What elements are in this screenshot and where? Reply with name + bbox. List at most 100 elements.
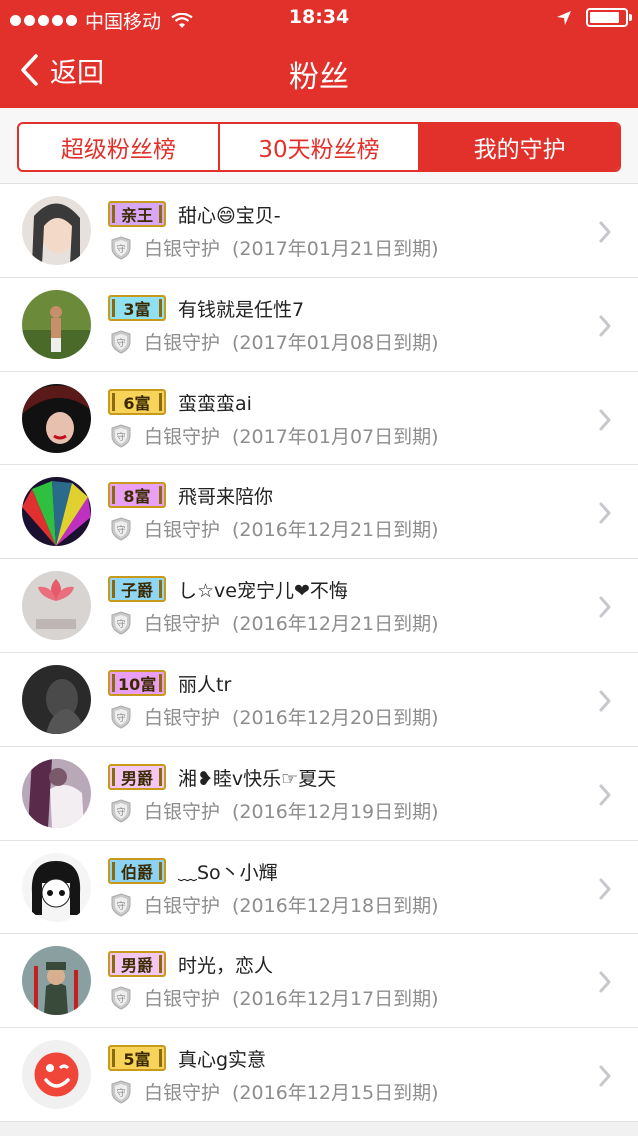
svg-text:守: 守 xyxy=(116,337,125,349)
svg-text:守: 守 xyxy=(116,993,125,1005)
fan-name: 丽人tr xyxy=(178,673,232,696)
status-bar: 中国移动 18:34 xyxy=(0,0,638,36)
avatar xyxy=(22,758,91,828)
avatar xyxy=(22,383,91,453)
avatar xyxy=(22,1040,91,1110)
rank-badge: 伯爵 xyxy=(108,857,166,884)
fan-row[interactable]: 子爵 し☆ve宠宁儿❤不悔 守 白银守护 (2016年12月21日到期) xyxy=(0,559,638,653)
guard-info: 白银守护 (2016年12月15日到期) xyxy=(144,1078,439,1105)
chevron-right-icon xyxy=(599,221,611,243)
battery-icon xyxy=(586,8,632,27)
guard-info: 白银守护 (2017年01月21日到期) xyxy=(144,234,439,261)
chevron-right-icon xyxy=(599,409,611,431)
nav-bar: 返回 粉丝 xyxy=(0,36,638,108)
chevron-right-icon xyxy=(599,971,611,993)
fan-name: 甜心😄宝贝- xyxy=(178,205,281,227)
guard-shield-icon: 守 xyxy=(111,611,131,635)
avatar xyxy=(22,852,91,922)
guard-level: 白银守护 xyxy=(144,988,221,1011)
svg-text:守: 守 xyxy=(116,524,125,536)
chevron-right-icon xyxy=(599,596,611,618)
guard-info: 白银守护 (2016年12月19日到期) xyxy=(144,797,439,824)
rank-badge: 子爵 xyxy=(108,576,166,603)
guard-level: 白银守护 xyxy=(144,331,221,354)
guard-level: 白银守护 xyxy=(144,613,221,636)
rank-badge: 男爵 xyxy=(108,763,166,790)
guard-expiry: (2016年12月15日到期) xyxy=(232,1082,439,1105)
app-header: 中国移动 18:34 返回 粉丝 xyxy=(0,0,638,108)
guard-info: 白银守护 (2016年12月21日到期) xyxy=(144,515,439,542)
chevron-right-icon xyxy=(599,315,611,337)
fan-list: 亲王 甜心😄宝贝- 守 白银守护 (2017年01月21日到期) 3富 有钱就是任… xyxy=(0,184,638,1122)
svg-text:守: 守 xyxy=(116,712,125,724)
guard-shield-icon: 守 xyxy=(111,986,131,1010)
tab-0[interactable]: 超级粉丝榜 xyxy=(19,124,220,170)
fan-name: 时光，恋人 xyxy=(178,955,274,978)
fan-row[interactable]: 6富 蛮蛮蛮ai 守 白银守护 (2017年01月07日到期) xyxy=(0,372,638,466)
avatar xyxy=(22,946,91,1016)
guard-info: 白银守护 (2017年01月07日到期) xyxy=(144,422,439,449)
fan-row[interactable]: 8富 飛哥来陪你 守 白银守护 (2016年12月21日到期) xyxy=(0,465,638,560)
guard-level: 白银守护 xyxy=(144,894,221,917)
guard-level: 白银守护 xyxy=(144,800,221,823)
tab-1[interactable]: 30天粉丝榜 xyxy=(220,124,421,170)
segmented-control: 超级粉丝榜 30天粉丝榜 我的守护 xyxy=(17,122,621,172)
guard-shield-icon: 守 xyxy=(111,236,131,260)
guard-expiry: (2016年12月21日到期) xyxy=(232,519,439,542)
tab-2[interactable]: 我的守护 xyxy=(420,124,619,170)
avatar xyxy=(22,664,91,734)
fan-row[interactable]: 10富 丽人tr 守 白银守护 (2016年12月20日到期) xyxy=(0,653,638,747)
rank-badge: 5富 xyxy=(108,1045,166,1072)
fan-name: 真心g实意 xyxy=(178,1049,267,1072)
fan-row[interactable]: 3富 有钱就是任性7 守 白银守护 (2017年01月08日到期) xyxy=(0,278,638,372)
guard-expiry: (2016年12月18日到期) xyxy=(232,894,439,917)
fan-row[interactable]: 亲王 甜心😄宝贝- 守 白银守护 (2017年01月21日到期) xyxy=(0,184,638,278)
rank-badge: 10富 xyxy=(108,669,167,696)
guard-shield-icon: 守 xyxy=(111,330,131,354)
chevron-right-icon xyxy=(599,502,611,524)
guard-shield-icon: 守 xyxy=(111,705,131,729)
svg-text:守: 守 xyxy=(116,431,125,443)
guard-shield-icon: 守 xyxy=(111,893,131,917)
rank-badge: 8富 xyxy=(108,482,166,509)
chevron-right-icon xyxy=(599,784,611,806)
chevron-right-icon xyxy=(599,878,611,900)
fan-row[interactable]: 男爵 湘❥睦v快乐☞夏天 守 白银守护 (2016年12月19日到期) xyxy=(0,747,638,841)
guard-expiry: (2016年12月19日到期) xyxy=(232,800,439,823)
guard-shield-icon: 守 xyxy=(111,517,131,541)
svg-text:守: 守 xyxy=(116,1087,125,1099)
guard-expiry: (2017年01月07日到期) xyxy=(232,425,439,448)
guard-level: 白银守护 xyxy=(144,238,221,260)
fan-name: 湘❥睦v快乐☞夏天 xyxy=(178,767,337,790)
svg-text:守: 守 xyxy=(116,900,125,912)
svg-text:守: 守 xyxy=(116,243,125,255)
guard-expiry: (2017年01月21日到期) xyxy=(232,238,439,260)
fan-name: ﹏So丶小輝 xyxy=(178,861,278,884)
guard-info: 白银守护 (2016年12月17日到期) xyxy=(144,984,439,1011)
avatar xyxy=(22,571,91,641)
location-arrow-icon xyxy=(557,10,571,25)
guard-expiry: (2016年12月21日到期) xyxy=(232,613,439,636)
guard-level: 白银守护 xyxy=(144,706,221,729)
guard-expiry: (2017年01月08日到期) xyxy=(232,331,439,354)
fan-name: 飛哥来陪你 xyxy=(178,486,274,509)
guard-info: 白银守护 (2016年12月20日到期) xyxy=(144,703,439,730)
page-title: 粉丝 xyxy=(289,60,349,95)
rank-badge: 6富 xyxy=(108,388,166,415)
status-time: 18:34 xyxy=(288,6,350,28)
fan-row[interactable]: 5富 真心g实意 守 白银守护 (2016年12月15日到期) xyxy=(0,1028,638,1122)
guard-info: 白银守护 (2016年12月18日到期) xyxy=(144,891,439,918)
fan-name: 蛮蛮蛮ai xyxy=(178,392,252,415)
chevron-right-icon xyxy=(599,690,611,712)
fan-row[interactable]: 男爵 时光，恋人 守 白银守护 (2016年12月17日到期) xyxy=(0,934,638,1029)
guard-level: 白银守护 xyxy=(144,425,221,448)
guard-expiry: (2016年12月20日到期) xyxy=(232,706,439,729)
rank-badge: 男爵 xyxy=(108,951,166,978)
fan-row[interactable]: 伯爵 ﹏So丶小輝 守 白银守护 (2016年12月18日到期) xyxy=(0,841,638,935)
fan-name: し☆ve宠宁儿❤不悔 xyxy=(178,580,348,603)
avatar xyxy=(22,289,91,359)
chevron-right-icon xyxy=(599,1065,611,1087)
guard-info: 白银守护 (2016年12月21日到期) xyxy=(144,609,439,636)
svg-text:守: 守 xyxy=(116,806,125,818)
rank-badge: 亲王 xyxy=(108,201,166,227)
